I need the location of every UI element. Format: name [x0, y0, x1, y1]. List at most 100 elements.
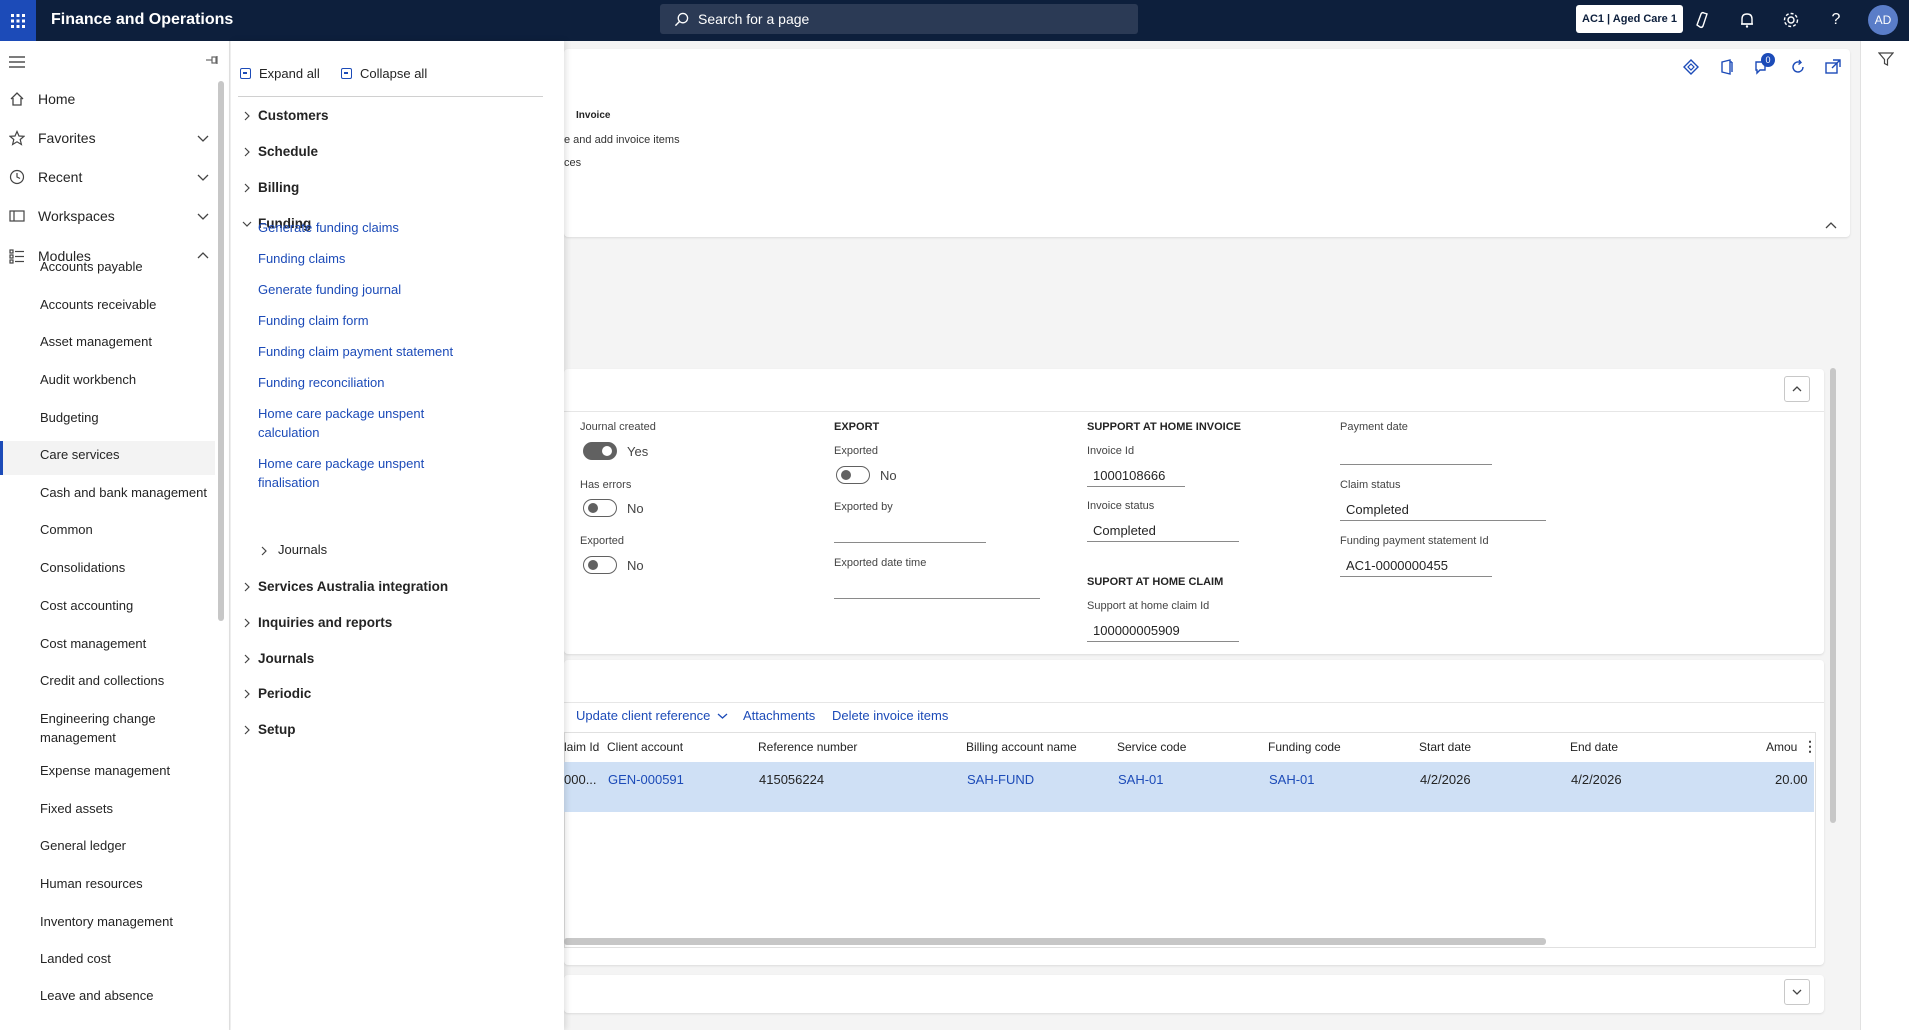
nav-favorites[interactable]: Favorites [0, 121, 215, 155]
delete-invoice-items-button[interactable]: Delete invoice items [832, 708, 948, 723]
col-end-date[interactable]: End date [1570, 740, 1618, 754]
diamond-icon[interactable] [1682, 58, 1700, 76]
funding-link-home-care-package-unspent-finalisation[interactable]: Home care package unspent finalisation [258, 454, 478, 492]
app-launcher-icon[interactable] [0, 0, 36, 41]
company-picker[interactable]: AC1 | Aged Care 1 [1576, 5, 1683, 33]
module-label: General ledger [40, 838, 126, 853]
col-client-account[interactable]: Client account [607, 740, 683, 754]
module-leave-and-absence[interactable]: Leave and absence [0, 982, 215, 1010]
module-common[interactable]: Common [0, 516, 215, 544]
exported-date-time-field[interactable] [834, 577, 1040, 599]
group-inquiries[interactable]: Inquiries and reports [231, 612, 561, 636]
invoice-id-field[interactable]: 1000108666 [1087, 465, 1185, 487]
cell-client-account[interactable]: GEN-000591 [608, 772, 684, 787]
copilot-icon[interactable] [1690, 8, 1714, 32]
funding-link-generate-funding-claims[interactable]: Generate funding claims [258, 218, 478, 237]
funding-payment-statement-id-field[interactable]: AC1-0000000455 [1340, 555, 1492, 577]
funding-link-funding-claim-payment-statement[interactable]: Funding claim payment statement [258, 342, 478, 361]
module-general-ledger[interactable]: General ledger [0, 832, 215, 860]
app-title[interactable]: Finance and Operations [51, 11, 233, 29]
module-fixed-assets[interactable]: Fixed assets [0, 795, 215, 823]
group-customers[interactable]: Customers [231, 105, 561, 129]
group-setup[interactable]: Setup [231, 719, 561, 743]
col-claim-id[interactable]: laim Id [564, 740, 599, 754]
exported-by-field[interactable] [834, 521, 986, 543]
has-errors-toggle[interactable] [583, 499, 617, 517]
module-accounts-payable[interactable]: Accounts payable [0, 253, 215, 281]
funding-link-generate-funding-journal[interactable]: Generate funding journal [258, 280, 478, 299]
search-input[interactable]: Search for a page [660, 4, 1138, 34]
main-scrollbar[interactable] [1830, 368, 1836, 823]
module-accounts-receivable[interactable]: Accounts receivable [0, 291, 215, 319]
filter-icon[interactable] [1878, 51, 1894, 67]
hamburger-icon[interactable] [9, 55, 25, 72]
journal-created-toggle[interactable] [583, 442, 617, 460]
bell-icon[interactable] [1735, 8, 1759, 32]
funding-link-funding-reconciliation[interactable]: Funding reconciliation [258, 373, 478, 392]
gear-icon[interactable] [1779, 8, 1803, 32]
grid-horizontal-scrollbar[interactable] [564, 938, 1546, 945]
more-options-icon[interactable]: ⋮ [1803, 738, 1817, 755]
table-row[interactable] [564, 762, 1814, 812]
module-inventory-management[interactable]: Inventory management [0, 908, 215, 936]
update-client-reference-button[interactable]: Update client reference [576, 708, 728, 723]
group-billing[interactable]: Billing [231, 177, 561, 201]
exported-toggle[interactable] [583, 556, 617, 574]
col-funding-code[interactable]: Funding code [1268, 740, 1341, 754]
group-periodic[interactable]: Periodic [231, 683, 561, 707]
refresh-icon[interactable] [1789, 58, 1807, 76]
funding-link-home-care-package-unspent-calculation[interactable]: Home care package unspent calculation [258, 404, 478, 442]
module-care-services[interactable]: Care services [0, 441, 215, 475]
pin-icon[interactable] [205, 53, 219, 69]
module-audit-workbench[interactable]: Audit workbench [0, 366, 215, 394]
open-in-new-window-icon[interactable] [1824, 58, 1842, 76]
expand-section-button[interactable] [1784, 979, 1810, 1005]
module-human-resources[interactable]: Human resources [0, 870, 215, 898]
nav-label: Workspaces [38, 208, 115, 224]
cell-service-code[interactable]: SAH-01 [1118, 772, 1164, 787]
module-cost-management[interactable]: Cost management [0, 630, 215, 658]
funding-link-funding-claim-form[interactable]: Funding claim form [258, 311, 478, 330]
nav-home[interactable]: Home [0, 82, 215, 116]
module-credit-and-collections[interactable]: Credit and collections [0, 667, 215, 695]
cell-billing-account-name[interactable]: SAH-FUND [967, 772, 1034, 787]
module-cost-accounting[interactable]: Cost accounting [0, 592, 215, 620]
collapse-up-icon[interactable] [1824, 219, 1838, 231]
attachments-button[interactable]: Attachments [743, 708, 815, 723]
col-billing-account-name[interactable]: Billing account name [966, 740, 1077, 754]
module-engineering-change-management[interactable]: Engineering change management [0, 705, 215, 753]
nav-scrollbar[interactable] [218, 81, 224, 621]
notifications-button[interactable]: 0 [1753, 53, 1775, 78]
help-icon[interactable]: ? [1824, 8, 1848, 32]
col-start-date[interactable]: Start date [1419, 740, 1471, 754]
module-budgeting[interactable]: Budgeting [0, 404, 215, 432]
export-exported-toggle[interactable] [836, 466, 870, 484]
module-consolidations[interactable]: Consolidations [0, 554, 215, 582]
sah-claim-id-field[interactable]: 100000005909 [1087, 620, 1239, 642]
avatar[interactable]: AD [1868, 5, 1898, 35]
collapse-all-button[interactable]: Collapse all [341, 66, 427, 81]
invoice-status-field[interactable]: Completed [1087, 520, 1239, 542]
funding-link-funding-claims[interactable]: Funding claims [258, 249, 478, 268]
funding-sub-journals[interactable]: Journals [231, 540, 561, 562]
group-journals[interactable]: Journals [231, 648, 561, 672]
module-expense-management[interactable]: Expense management [0, 757, 215, 785]
col-service-code[interactable]: Service code [1117, 740, 1186, 754]
group-schedule[interactable]: Schedule [231, 141, 561, 165]
claim-status-field[interactable]: Completed [1340, 499, 1546, 521]
group-services-australia[interactable]: Services Australia integration [231, 576, 561, 600]
module-label: Engineering change management [40, 711, 156, 745]
payment-date-field[interactable] [1340, 443, 1492, 465]
cell-funding-code[interactable]: SAH-01 [1269, 772, 1315, 787]
module-cash-and-bank-management[interactable]: Cash and bank management [0, 479, 215, 507]
module-asset-management[interactable]: Asset management [0, 328, 215, 356]
cell-start-date: 4/2/2026 [1420, 772, 1471, 787]
collapse-section-button[interactable] [1784, 376, 1810, 402]
nav-workspaces[interactable]: Workspaces [0, 199, 215, 233]
office-icon[interactable] [1718, 58, 1736, 76]
module-landed-cost[interactable]: Landed cost [0, 945, 215, 973]
expand-all-button[interactable]: Expand all [240, 66, 320, 81]
col-amount[interactable]: Amou [1766, 740, 1797, 754]
nav-recent[interactable]: Recent [0, 160, 215, 194]
col-reference-number[interactable]: Reference number [758, 740, 857, 754]
